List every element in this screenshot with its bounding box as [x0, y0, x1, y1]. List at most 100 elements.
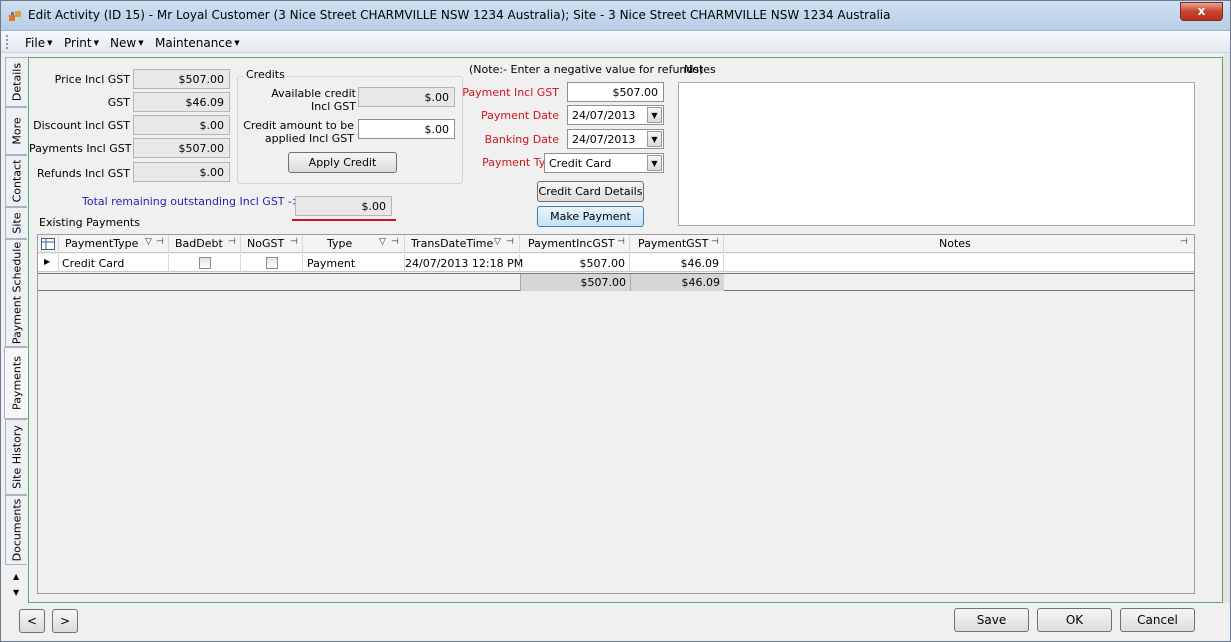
payment-type-value: Credit Card: [549, 157, 612, 170]
chevron-down-icon[interactable]: ▼: [647, 155, 662, 171]
tab-scroll-up-icon[interactable]: ▲: [13, 572, 19, 581]
notes-label: Notes: [684, 63, 716, 76]
pin-icon[interactable]: ⊣: [391, 237, 399, 247]
ok-button[interactable]: OK: [1037, 608, 1112, 632]
menu-maintenance[interactable]: Maintenance ▼: [155, 36, 240, 50]
tab-scroll-down-icon[interactable]: ▼: [13, 588, 19, 597]
cell-no-gst: [241, 254, 303, 272]
available-credit-label-2: Incl GST: [310, 100, 356, 113]
available-credit-label-1: Available credit: [271, 87, 356, 100]
edit-activity-window: Edit Activity (ID 15) - Mr Loyal Custome…: [0, 0, 1231, 642]
column-payment-gst[interactable]: PaymentGST ⊣: [630, 235, 724, 253]
cell-type: Payment: [303, 254, 405, 272]
column-trans-date-time[interactable]: TransDateTime ▽ ⊣: [405, 235, 520, 253]
column-no-gst[interactable]: NoGST ⊣: [241, 235, 303, 253]
row-selector-icon[interactable]: ▶: [38, 254, 59, 272]
tab-details[interactable]: Details: [5, 57, 27, 107]
pin-icon[interactable]: ⊣: [228, 237, 236, 247]
cell-payment-gst: $46.09: [630, 254, 724, 272]
window-scrollbar[interactable]: [1223, 53, 1230, 603]
column-bad-debt[interactable]: BadDebt ⊣: [169, 235, 241, 253]
pin-icon[interactable]: ⊣: [1180, 237, 1188, 247]
payment-amount-label: Payment Incl GST: [462, 86, 559, 99]
tab-payment-schedule[interactable]: Payment Schedule: [5, 239, 27, 347]
total-outstanding-underline: [292, 219, 396, 221]
menu-file[interactable]: File ▼: [25, 36, 52, 50]
filter-icon[interactable]: ▽: [145, 237, 152, 247]
pin-icon[interactable]: ⊣: [290, 237, 298, 247]
apply-credit-button[interactable]: Apply Credit: [288, 152, 397, 173]
make-payment-button[interactable]: Make Payment: [537, 206, 644, 227]
bad-debt-checkbox[interactable]: [199, 257, 211, 269]
chevron-down-icon[interactable]: ▼: [647, 107, 662, 123]
toolbar-grip-icon[interactable]: [6, 35, 9, 49]
payment-date-value: 24/07/2013: [572, 109, 636, 122]
column-payment-inc-gst[interactable]: PaymentIncGST ⊣: [520, 235, 630, 253]
payments-panel: Price Incl GST $507.00 GST $46.09 Discou…: [28, 57, 1223, 603]
table-row[interactable]: ▶ Credit Card Payment 24/07/2013 12:18 P…: [38, 254, 1194, 272]
credits-title: Credits: [244, 68, 287, 81]
refunds-label: Refunds Incl GST: [37, 167, 130, 180]
total-payment-gst: $46.09: [630, 274, 724, 291]
payment-amount-input[interactable]: $507.00: [567, 82, 664, 102]
close-button[interactable]: x: [1180, 2, 1223, 21]
banking-date-picker[interactable]: 24/07/2013 ▼: [567, 129, 664, 149]
cell-payment-type: Credit Card: [59, 254, 169, 272]
cell-trans-date-time: 24/07/2013 12:18 PM: [405, 254, 523, 272]
no-gst-checkbox[interactable]: [266, 257, 278, 269]
price-field: $507.00: [133, 69, 230, 89]
notes-textarea[interactable]: [678, 82, 1195, 226]
available-credit-field: $.00: [358, 87, 455, 107]
previous-button[interactable]: <: [19, 609, 45, 633]
payment-date-label: Payment Date: [481, 109, 559, 122]
tab-payments[interactable]: Payments: [4, 347, 28, 419]
payments-field: $507.00: [133, 138, 230, 158]
chevron-down-icon[interactable]: ▼: [647, 131, 662, 147]
payment-date-picker[interactable]: 24/07/2013 ▼: [567, 105, 664, 125]
grid-chooser-icon[interactable]: [38, 235, 59, 253]
tab-contact[interactable]: Contact: [5, 155, 27, 207]
tab-more[interactable]: More: [5, 107, 27, 155]
next-button[interactable]: >: [52, 609, 78, 633]
existing-payments-grid: PaymentType ▽ ⊣ BadDebt ⊣ NoGST ⊣ Type ▽…: [37, 234, 1195, 594]
credit-card-details-button[interactable]: Credit Card Details: [537, 181, 644, 202]
price-label: Price Incl GST: [54, 73, 130, 86]
total-outstanding-field: $.00: [295, 196, 392, 216]
refund-note: (Note:- Enter a negative value for refun…: [469, 63, 704, 76]
refunds-field: $.00: [133, 162, 230, 182]
credit-amount-input[interactable]: $.00: [358, 119, 455, 139]
totals-row: $507.00 $46.09: [38, 273, 1194, 291]
pin-icon[interactable]: ⊣: [506, 237, 514, 247]
cell-bad-debt: [169, 254, 241, 272]
filter-icon[interactable]: ▽: [379, 237, 386, 247]
save-button[interactable]: Save: [954, 608, 1029, 632]
cell-payment-inc-gst: $507.00: [520, 254, 630, 272]
cell-notes: [724, 254, 1194, 272]
total-payment-inc-gst: $507.00: [520, 274, 630, 291]
window-title: Edit Activity (ID 15) - Mr Loyal Custome…: [28, 8, 891, 22]
gst-label: GST: [107, 96, 130, 109]
pin-icon[interactable]: ⊣: [617, 237, 625, 247]
tab-documents[interactable]: Documents: [5, 495, 27, 565]
pin-icon[interactable]: ⊣: [156, 237, 164, 247]
existing-payments-title: Existing Payments: [39, 216, 140, 229]
tab-site-history[interactable]: Site History: [5, 419, 27, 495]
banking-date-value: 24/07/2013: [572, 133, 636, 146]
column-payment-type[interactable]: PaymentType ▽ ⊣: [59, 235, 169, 253]
menu-print[interactable]: Print ▼: [64, 36, 99, 50]
discount-field: $.00: [133, 115, 230, 135]
pin-icon[interactable]: ⊣: [711, 237, 719, 247]
title-bar[interactable]: Edit Activity (ID 15) - Mr Loyal Custome…: [1, 1, 1230, 31]
grid-header: PaymentType ▽ ⊣ BadDebt ⊣ NoGST ⊣ Type ▽…: [38, 235, 1194, 253]
payment-type-select[interactable]: Credit Card ▼: [544, 153, 664, 173]
column-type[interactable]: Type ▽ ⊣: [303, 235, 405, 253]
filter-icon[interactable]: ▽: [494, 237, 501, 247]
app-icon: [9, 11, 21, 21]
tab-site[interactable]: Site: [5, 207, 27, 239]
cancel-button[interactable]: Cancel: [1120, 608, 1195, 632]
column-notes[interactable]: Notes ⊣: [724, 235, 1194, 253]
gst-field: $46.09: [133, 92, 230, 112]
total-outstanding-label: Total remaining outstanding Incl GST ->: [82, 195, 302, 208]
menu-new[interactable]: New ▼: [110, 36, 144, 50]
discount-label: Discount Incl GST: [33, 119, 130, 132]
